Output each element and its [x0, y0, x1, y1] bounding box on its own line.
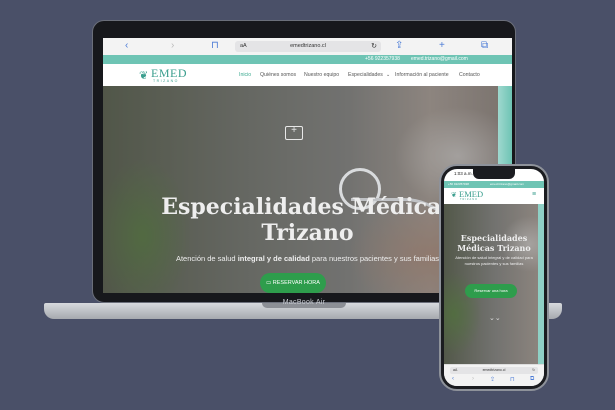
nav-quienes-somos[interactable]: Quiénes somos [260, 72, 296, 78]
phone-topbar-phone[interactable]: +56 922357938 [448, 182, 469, 187]
forward-icon[interactable]: › [171, 40, 174, 52]
hamburger-menu-icon[interactable]: ≡ [532, 191, 536, 198]
phone-tabs-icon[interactable]: ⧉ [530, 376, 534, 383]
calendar-icon: ▭ [266, 280, 273, 286]
nav-nuestro-equipo[interactable]: Nuestro equipo [304, 72, 339, 78]
phone-logo-sub: TRIZANO [460, 198, 478, 201]
leaf-logo-icon: ❦ [139, 70, 149, 82]
phone-hero-section: Especialidades Médicas Trizano Atención d… [444, 204, 544, 364]
phone-time: 1:03 a.m. [454, 171, 473, 176]
phone-contact-topbar: +56 922357938 emed.trizano@gmail.com [444, 181, 544, 188]
new-tab-icon[interactable]: + [439, 40, 445, 52]
phone-share-icon[interactable]: ⇪ [490, 376, 495, 383]
phone-screen: 1:03 a.m. +56 922357938 emed.trizano@gma… [444, 169, 544, 386]
nav-inicio[interactable]: Inicio [239, 72, 251, 78]
phone-hero-subtitle: Atención de salud integral y de calidad … [455, 255, 533, 266]
reserve-button-label: RESERVAR HORA [272, 280, 320, 286]
contact-topbar: +56 922357938 emed.trizano@gmail.com [103, 55, 512, 64]
phone-topbar-email[interactable]: emed.trizano@gmail.com [490, 182, 524, 187]
phone-book-icon[interactable]: ⊓ [510, 376, 515, 383]
phone-leaf-logo-icon: ❦ [451, 192, 457, 199]
main-nav: ❦ EMED TRIZANO Inicio Quiénes somos Nues… [103, 64, 512, 86]
phone-reload-icon[interactable]: ↻ [532, 367, 535, 374]
share-icon[interactable]: ⇪ [395, 40, 403, 52]
phone-reserve-button[interactable]: Reservar una hora [465, 284, 517, 298]
phone-address-bar[interactable]: aA emedtrizano.cl ↻ [450, 367, 538, 374]
hero-subtitle-bold: integral y de calidad [237, 254, 310, 263]
back-icon[interactable]: ‹ [125, 40, 128, 52]
safari-toolbar: ‹ › ⊓ aA emedtrizano.cl ↻ ⇪ + ⧉ [103, 38, 512, 56]
topbar-email[interactable]: emed.trizano@gmail.com [411, 56, 468, 63]
laptop-brand-label: MacBook Air [282, 299, 326, 306]
tabs-icon[interactable]: ⧉ [481, 40, 488, 52]
chevron-down-icon: ⌄ [386, 72, 391, 78]
phone-site-logo[interactable]: ❦ EMED TRIZANO [450, 189, 490, 202]
phone-notch [473, 169, 515, 179]
site-logo[interactable]: ❦ EMED TRIZANO [137, 66, 193, 84]
reserve-button[interactable]: ▭ RESERVAR HORA [260, 273, 326, 293]
medical-kit-icon [285, 125, 303, 140]
hero-subtitle-pre: Atención de salud [175, 254, 238, 263]
nav-informacion-paciente[interactable]: Información al paciente [395, 72, 449, 78]
url-text: emedtrizano.cl [290, 43, 326, 49]
phone-safari-bar: aA emedtrizano.cl ↻ ‹ › ⇪ ⊓ ⧉ [444, 364, 544, 386]
phone-back-icon[interactable]: ‹ [452, 376, 454, 382]
phone-hero-title-line1: Especialidades [460, 233, 528, 243]
address-bar[interactable]: aA emedtrizano.cl ↻ [235, 41, 381, 52]
phone-forward-icon[interactable]: › [472, 376, 474, 382]
phone-teal-stripe [538, 204, 544, 364]
reload-icon[interactable]: ↻ [371, 41, 377, 52]
phone-scroll-down-icon[interactable]: ⌄⌄ [489, 314, 501, 322]
nav-especialidades[interactable]: Especialidades [348, 72, 383, 78]
phone-hero-title: Especialidades Médicas Trizano [444, 233, 544, 253]
hero-subtitle-post: para nuestros pacientes y sus familias [309, 254, 440, 263]
book-icon[interactable]: ⊓ [211, 40, 219, 52]
phone-hero-title-line2: Médicas Trizano [457, 243, 531, 253]
phone-nav: ❦ EMED TRIZANO ≡ [444, 188, 544, 204]
topbar-phone[interactable]: +56 922357938 [365, 56, 400, 63]
phone-url-text: emedtrizano.cl [482, 368, 506, 372]
logo-sub: TRIZANO [153, 79, 179, 83]
nav-contacto[interactable]: Contacto [459, 72, 480, 78]
